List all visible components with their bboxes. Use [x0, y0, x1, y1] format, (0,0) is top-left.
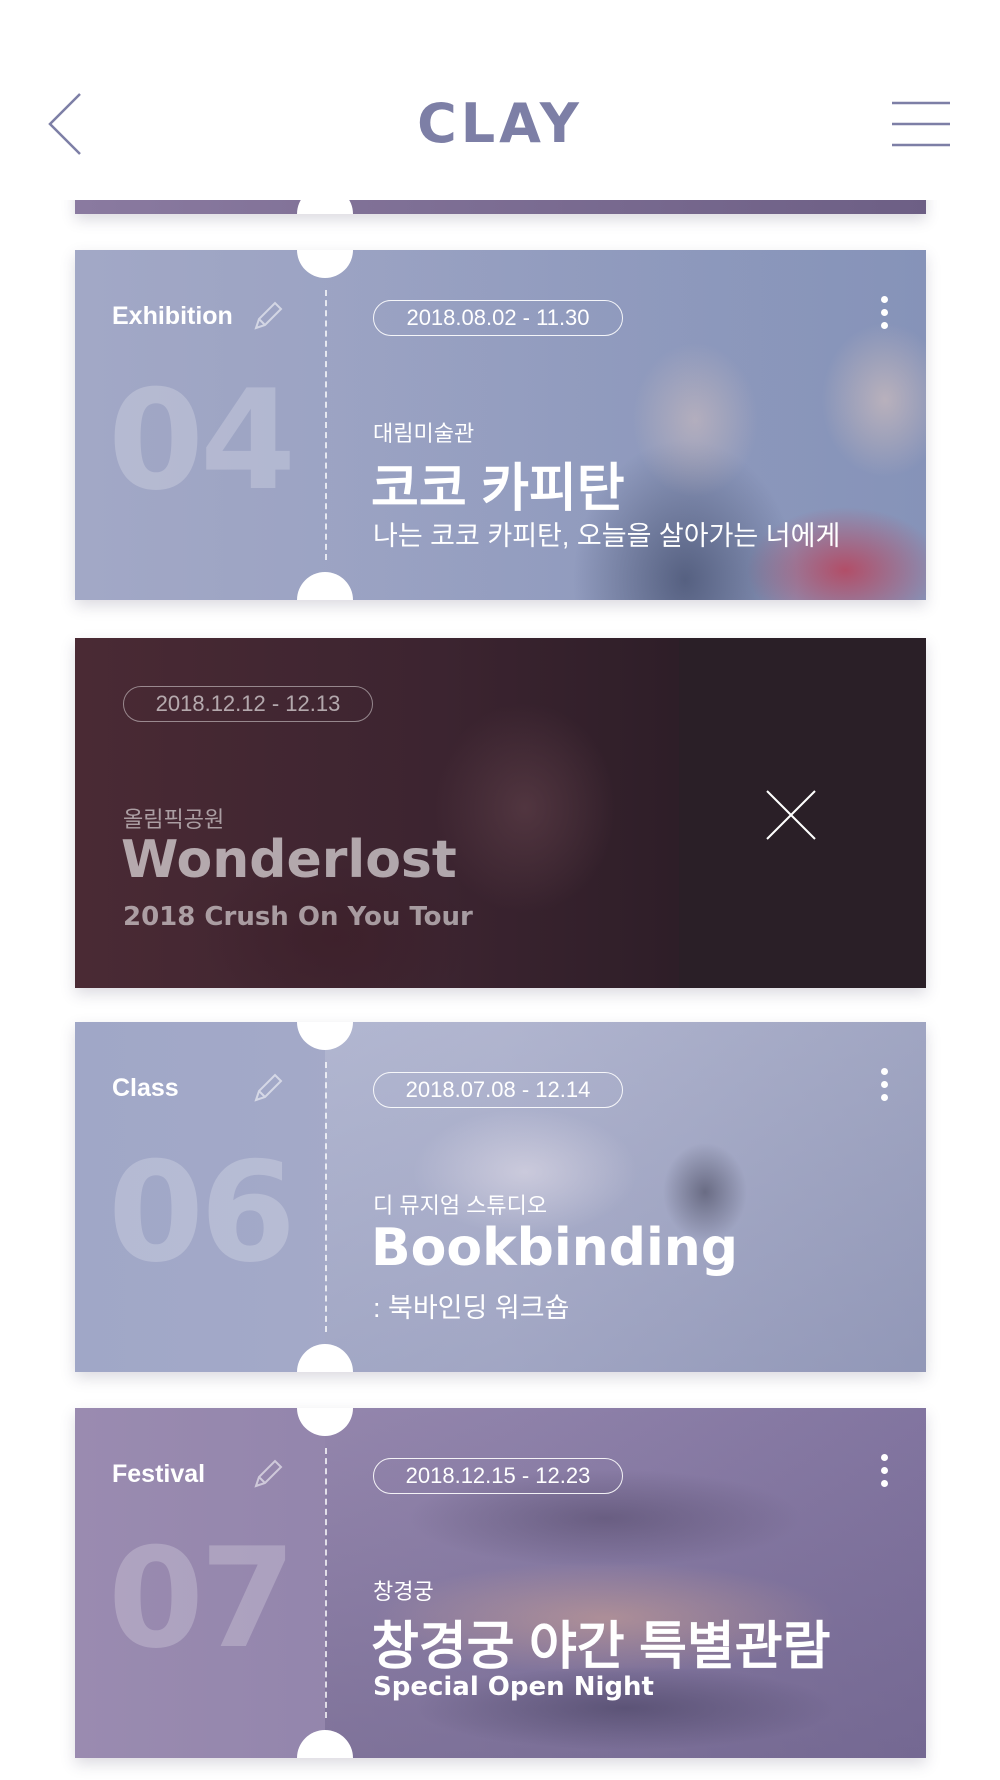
more-vertical-icon	[872, 1068, 896, 1101]
event-title: Bookbinding	[371, 1218, 739, 1278]
more-options-button[interactable]	[872, 1454, 896, 1494]
more-options-button[interactable]	[872, 1068, 896, 1108]
menu-button[interactable]	[892, 100, 950, 148]
event-subtitle: : 북바인딩 워크숍	[373, 1293, 570, 1323]
swipe-action-panel	[679, 638, 926, 988]
pencil-icon	[254, 1073, 283, 1102]
date-range-badge: 2018.12.12 - 12.13	[123, 686, 373, 722]
edit-button[interactable]	[250, 298, 286, 334]
venue-label: 대림미술관	[373, 421, 475, 446]
date-range-badge: 2018.07.08 - 12.14	[373, 1072, 623, 1108]
category-label: Festival	[112, 1460, 206, 1488]
date-range-badge: 2018.08.02 - 11.30	[373, 300, 623, 336]
perforation-line	[325, 1448, 327, 1718]
event-subtitle: 나는 코코 카피탄, 오늘을 살아가는 너에게	[373, 521, 841, 551]
ticket-number: 06	[108, 1132, 296, 1293]
more-vertical-icon	[872, 1454, 896, 1487]
event-subtitle: Special Open Night	[373, 1672, 654, 1702]
hamburger-menu-icon	[892, 101, 950, 147]
event-title: 창경궁 야간 특별관람	[371, 1618, 831, 1676]
app-logo: CLAY	[417, 92, 583, 155]
close-icon	[766, 790, 816, 840]
perforation-line	[325, 1062, 327, 1332]
pencil-icon	[254, 1459, 283, 1488]
venue-label: 디 뮤지엄 스튜디오	[373, 1193, 548, 1218]
category-label: Class	[112, 1074, 179, 1102]
category-label: Exhibition	[112, 302, 233, 330]
app-header: CLAY	[0, 0, 1000, 200]
more-vertical-icon	[872, 296, 896, 329]
venue-label: 창경궁	[373, 1579, 434, 1604]
date-range-badge: 2018.12.15 - 12.23	[373, 1458, 623, 1494]
delete-button[interactable]	[764, 788, 818, 842]
ticket-card-swiped[interactable]: 2018.12.12 - 12.13 올림픽공원 Wonderlost 2018…	[75, 638, 926, 988]
ticket-number: 07	[108, 1518, 296, 1679]
event-title: 코코 카피탄	[371, 460, 625, 518]
more-options-button[interactable]	[872, 296, 896, 336]
edit-button[interactable]	[250, 1070, 286, 1106]
ticket-number: 04	[108, 360, 296, 521]
pencil-icon	[254, 301, 283, 330]
ticket-card-exhibition[interactable]: Exhibition 04 2018.08.02 - 11.30 대림미술관 코…	[75, 250, 926, 600]
ticket-card-class[interactable]: Class 06 2018.07.08 - 12.14 디 뮤지엄 스튜디오 B…	[75, 1022, 926, 1372]
perforation-line	[325, 290, 327, 560]
event-title: Wonderlost	[121, 830, 457, 890]
ticket-card-festival[interactable]: Festival 07 2018.12.15 - 12.23 창경궁 창경궁 야…	[75, 1408, 926, 1758]
event-subtitle: 2018 Crush On You Tour	[123, 902, 473, 932]
edit-button[interactable]	[250, 1456, 286, 1492]
